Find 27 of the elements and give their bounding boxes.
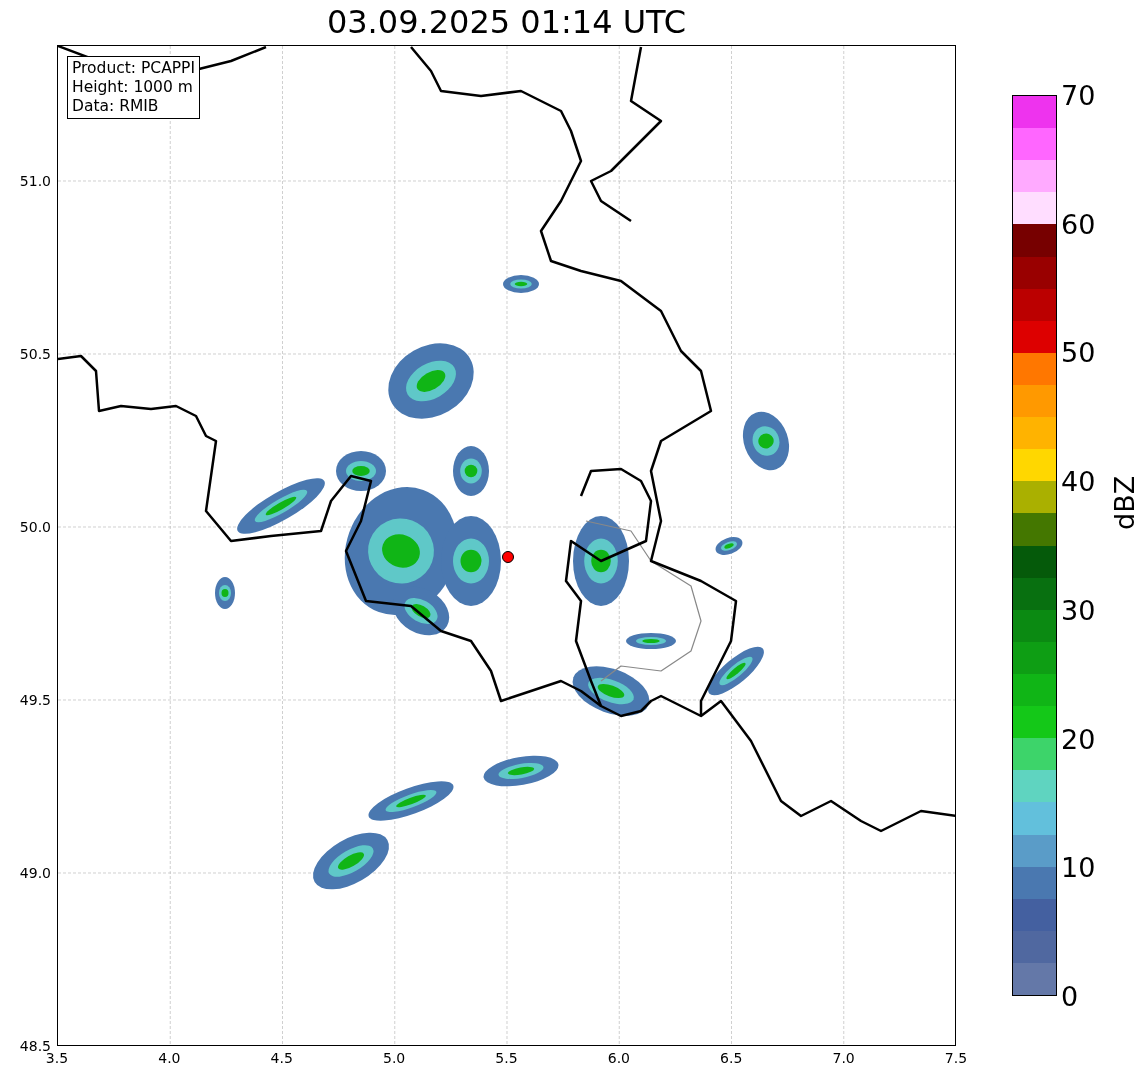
radar-site-marker <box>502 551 514 563</box>
scale-tick-label: 30 <box>1061 594 1096 626</box>
chart-title: 03.09.2025 01:14 UTC <box>325 2 688 43</box>
x-tick-label: 7.5 <box>944 1050 968 1066</box>
x-tick-label: 6.0 <box>607 1050 630 1066</box>
y-tick-label: 49.0 <box>19 865 51 881</box>
scale-tick-label: 40 <box>1061 465 1096 497</box>
scale-unit-label: dBZ <box>1109 475 1140 530</box>
info-text: Height: 1000 m <box>72 78 194 97</box>
y-tick-label: 50.5 <box>19 346 51 362</box>
x-tick-label: 4.0 <box>158 1050 181 1066</box>
scale-tick-label: 70 <box>1061 79 1096 111</box>
scale-tick-label: 0 <box>1061 980 1079 1012</box>
x-tick-label: 4.5 <box>270 1050 293 1066</box>
info-text: Product: PCAPPI <box>72 59 196 78</box>
y-tick-label: 50.0 <box>19 519 51 535</box>
y-tick-label: 51.0 <box>19 173 51 189</box>
scale-tick-label: 20 <box>1061 723 1096 755</box>
scale-tick-label: 10 <box>1061 851 1096 883</box>
scale-tick-label: 60 <box>1061 208 1096 240</box>
info-text: Data: RMIB <box>72 97 160 116</box>
scale-tick-label: 50 <box>1061 336 1096 368</box>
x-tick-label: 5.0 <box>383 1050 406 1066</box>
y-tick-label: 49.5 <box>19 692 51 708</box>
x-tick-label: 5.5 <box>495 1050 518 1066</box>
x-tick-label: 7.0 <box>832 1050 855 1066</box>
x-tick-label: 6.5 <box>720 1050 743 1066</box>
